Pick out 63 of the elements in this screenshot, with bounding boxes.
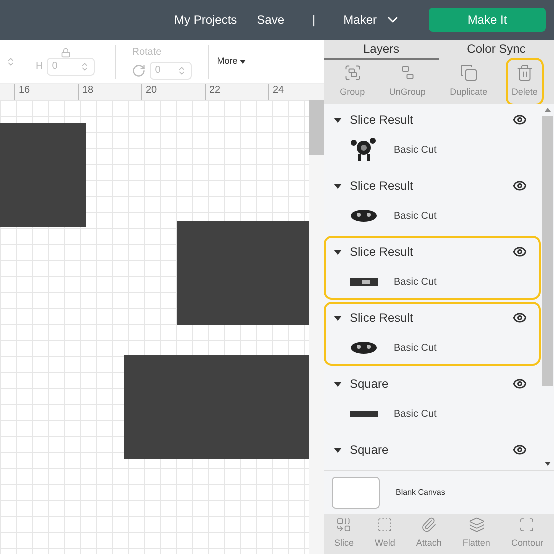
- caret-icon[interactable]: [334, 184, 342, 188]
- ruler-label: 20: [146, 85, 158, 96]
- ruler-label: 24: [273, 85, 284, 96]
- projects-link[interactable]: My Projects: [174, 11, 238, 29]
- layer-name: Square: [350, 376, 390, 393]
- eye-icon[interactable]: [513, 443, 527, 457]
- layer-name: Slice Result: [350, 244, 414, 261]
- caret-icon[interactable]: [334, 118, 342, 122]
- panel-tab[interactable]: Layers: [324, 40, 439, 60]
- group-icon: [344, 64, 362, 82]
- canvas-label: Blank Canvas: [396, 486, 446, 498]
- duplicate-icon: [460, 64, 478, 82]
- rotate-icon: [132, 64, 146, 78]
- machine-dropdown[interactable]: Maker: [344, 11, 401, 29]
- figure-thumbnail: [351, 138, 377, 162]
- height-label: H: [36, 60, 44, 74]
- slice-icon: [336, 517, 352, 534]
- operation-text: Basic Cut: [394, 342, 437, 356]
- layer-item[interactable]: Square Basic Cut: [324, 368, 541, 432]
- panel-tab[interactable]: Color Sync: [439, 40, 554, 60]
- delete-icon: [516, 64, 534, 82]
- separator-text: |: [312, 12, 316, 29]
- layer-name: Square: [350, 442, 390, 459]
- caret-icon[interactable]: [334, 250, 342, 254]
- weld-icon: [377, 517, 394, 534]
- rotate-label: Rotate: [132, 46, 163, 60]
- eye-icon[interactable]: [513, 377, 527, 391]
- layer-item[interactable]: Slice Result Basic Cut: [324, 236, 541, 300]
- operation-text: Basic Cut: [394, 276, 437, 290]
- attach-icon: [421, 517, 438, 534]
- layer-item[interactable]: Slice Result Basic Cut: [324, 104, 541, 168]
- eye-icon[interactable]: [513, 179, 527, 193]
- eye-icon[interactable]: [513, 113, 527, 127]
- save-link[interactable]: Save: [257, 11, 285, 29]
- operation-text: Basic Cut: [394, 144, 437, 158]
- eye-icon[interactable]: [513, 245, 527, 259]
- caret-icon[interactable]: [334, 448, 342, 452]
- strip-thumbnail: [350, 278, 378, 286]
- scroll-up-icon[interactable]: [544, 108, 550, 112]
- bar-thumbnail: [350, 411, 378, 417]
- more-dropdown[interactable]: More: [217, 54, 246, 68]
- layer-item[interactable]: Square: [324, 434, 541, 470]
- ruler-label: 22: [210, 85, 221, 96]
- face-thumbnail: [350, 209, 378, 223]
- contour-icon: [519, 517, 536, 534]
- flatten-icon: [468, 517, 485, 534]
- layer-name: Slice Result: [350, 178, 414, 195]
- caret-icon[interactable]: [334, 316, 342, 320]
- layer-item[interactable]: Slice Result Basic Cut: [324, 302, 541, 366]
- layer-name: Slice Result: [350, 112, 414, 129]
- ruler-label: 16: [19, 85, 30, 96]
- caret-icon[interactable]: [334, 382, 342, 386]
- layer-name: Slice Result: [350, 310, 414, 327]
- canvas-swatch[interactable]: [332, 476, 380, 508]
- face-thumbnail: [350, 341, 378, 355]
- eye-icon[interactable]: [513, 311, 527, 325]
- scrollbar-thumb[interactable]: [542, 116, 553, 386]
- scrollbar-thumb[interactable]: [309, 100, 324, 155]
- ruler-label: 18: [82, 85, 94, 96]
- operation-text: Basic Cut: [394, 210, 437, 224]
- layer-item[interactable]: Slice Result Basic Cut: [324, 170, 541, 234]
- scroll-down-icon[interactable]: [544, 462, 550, 466]
- operation-text: Basic Cut: [394, 408, 437, 422]
